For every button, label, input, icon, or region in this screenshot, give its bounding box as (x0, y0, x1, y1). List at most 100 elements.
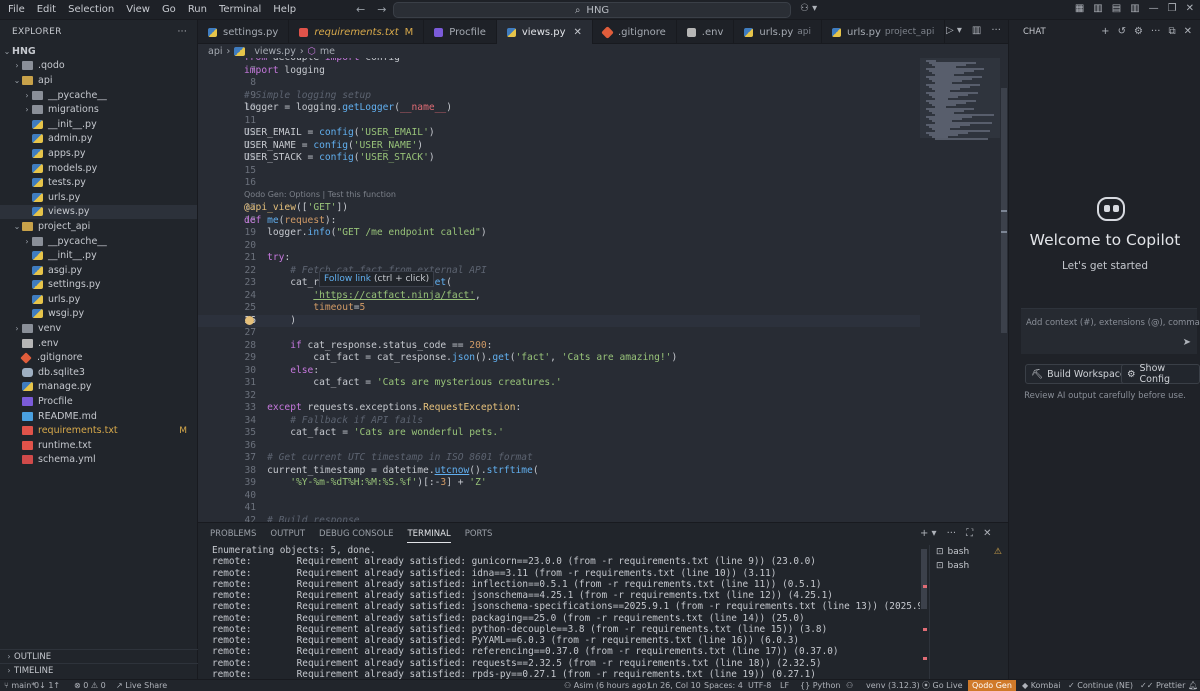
tree-item[interactable]: README.md (0, 409, 197, 424)
tree-item[interactable]: settings.py (0, 278, 197, 293)
close-panel-icon[interactable]: ✕ (983, 528, 991, 539)
copilot-icon[interactable]: ⚇ ▾ (800, 3, 817, 14)
more-actions-icon[interactable]: ··· (947, 528, 957, 539)
new-chat-icon[interactable]: + (1101, 26, 1109, 37)
more-actions-icon[interactable]: ··· (1151, 26, 1161, 37)
editor-tab[interactable]: urls.py api (734, 20, 823, 44)
tree-item[interactable]: db.sqlite3 (0, 365, 197, 380)
menu-go[interactable]: Go (156, 4, 182, 15)
continue-status[interactable]: ✓ Continue (NE) (1068, 680, 1133, 691)
terminal-scrollbar[interactable] (920, 545, 928, 680)
git-blame-status[interactable]: ⚇ Asim (6 hours ago) (564, 680, 650, 691)
timeline-section[interactable]: › TIMELINE (0, 663, 198, 677)
menu-selection[interactable]: Selection (62, 4, 120, 15)
copilot-status-icon[interactable]: ⚇ (846, 680, 853, 691)
tree-item[interactable]: urls.py (0, 292, 197, 307)
live-share-status[interactable]: ↗ Live Share (116, 680, 167, 691)
tree-item[interactable]: schema.yml (0, 453, 197, 468)
qodo-gen-status[interactable]: Qodo Gen (968, 680, 1016, 691)
chat-input[interactable]: Add context (#), extensions (@), command… (1021, 308, 1200, 354)
history-icon[interactable]: ↺ (1118, 26, 1126, 37)
editor-scrollbar[interactable] (1000, 58, 1008, 522)
tree-item[interactable]: › migrations (0, 102, 197, 117)
more-actions-icon[interactable]: ··· (991, 25, 1001, 36)
branch-status[interactable]: ⑂ main* (4, 680, 35, 691)
editor-tab[interactable]: requirements.txt M (289, 20, 425, 44)
maximize-icon[interactable]: ⧉ (1168, 26, 1175, 37)
tree-item[interactable]: ⌄ api (0, 73, 197, 88)
python-env-status[interactable]: venv (3.12.3) (866, 680, 920, 691)
more-actions-icon[interactable]: ··· (178, 27, 187, 37)
menu-terminal[interactable]: Terminal (213, 4, 267, 15)
lightbulb-icon[interactable] (245, 315, 254, 325)
editor-tab[interactable]: .env (677, 20, 735, 44)
kombai-status[interactable]: ◆ Kombai (1022, 680, 1060, 691)
terminal-instance[interactable]: ⊡ bash ⚠ (930, 545, 1008, 559)
problems-status[interactable]: ⊗ 0 ⚠ 0 (74, 680, 106, 691)
terminal-output[interactable]: Enumerating objects: 5, done. remote: Req… (198, 545, 920, 680)
breadcrumb-folder[interactable]: api (208, 46, 223, 57)
back-arrow-icon[interactable]: ← (356, 3, 365, 16)
tree-item[interactable]: ⌄ project_api (0, 219, 197, 234)
tree-item[interactable]: manage.py (0, 380, 197, 395)
menu-file[interactable]: File (2, 4, 31, 15)
tree-item[interactable]: .env (0, 336, 197, 351)
gear-icon[interactable]: ⚙ (1134, 26, 1143, 37)
terminal-scroll-thumb[interactable] (921, 549, 927, 609)
outline-section[interactable]: › OUTLINE (0, 649, 198, 663)
notifications-icon[interactable]: 🔔︎ (1188, 680, 1198, 691)
workspace-root[interactable]: ⌄ HNG (0, 44, 197, 59)
tree-item[interactable]: __init__.py (0, 117, 197, 132)
split-editor-icon[interactable]: ▥ (972, 25, 981, 36)
panel-tab-terminal[interactable]: TERMINAL (407, 529, 451, 543)
cursor-position[interactable]: Ln 26, Col 10 (648, 680, 701, 691)
menu-run[interactable]: Run (182, 4, 213, 15)
editor-tab[interactable]: views.py ✕ (496, 20, 593, 44)
breadcrumb-file[interactable]: views.py (254, 46, 296, 57)
code-editor[interactable]: from decouple import config 7import loggi… (198, 58, 920, 522)
show-config-button[interactable]: ⚙ Show Config (1121, 363, 1200, 385)
tree-item[interactable]: urls.py (0, 190, 197, 205)
menu-help[interactable]: Help (267, 4, 302, 15)
send-icon[interactable]: ➤ (1183, 337, 1191, 348)
toggle-panel-icon[interactable]: ▤ (1112, 3, 1121, 14)
command-center-search[interactable]: ⌕ HNG (393, 2, 791, 18)
eol-status[interactable]: LF (780, 680, 789, 691)
panel-tab-problems[interactable]: PROBLEMS (210, 529, 256, 539)
menu-view[interactable]: View (120, 4, 156, 15)
editor-tab[interactable]: settings.py (198, 20, 290, 44)
toggle-sidebar-icon[interactable]: ▥ (1093, 3, 1102, 14)
tree-item[interactable]: views.py (0, 204, 197, 220)
customize-layout-icon[interactable]: ▦ (1075, 3, 1084, 14)
maximize-panel-icon[interactable]: ⛶ (966, 528, 973, 539)
breadcrumb-symbol[interactable]: me (320, 46, 335, 57)
qodo-codelens[interactable]: Qodo Gen: Options | Test this function (244, 190, 396, 199)
close-window-icon[interactable]: ✕ (1186, 3, 1194, 14)
indentation-status[interactable]: Spaces: 4 (704, 680, 743, 691)
editor-tab[interactable]: urls.py project_api (822, 20, 946, 44)
restore-icon[interactable]: ❐ (1168, 3, 1177, 14)
tree-item[interactable]: wsgi.py (0, 307, 197, 322)
tree-item[interactable]: runtime.txt (0, 438, 197, 453)
prettier-status[interactable]: ✓✓ Prettier (1140, 680, 1185, 691)
tree-item[interactable]: apps.py (0, 146, 197, 161)
tree-item[interactable]: tests.py (0, 175, 197, 190)
menu-edit[interactable]: Edit (31, 4, 62, 15)
panel-tab-debug-console[interactable]: DEBUG CONSOLE (319, 529, 393, 539)
tree-item[interactable]: Procfile (0, 394, 197, 409)
sync-status[interactable]: 0↓ 1↑ (34, 680, 60, 691)
go-live-status[interactable]: ⦿ Go Live (922, 680, 963, 691)
build-workspace-button[interactable]: ⛏ Build Workspace (1025, 364, 1132, 384)
close-tab-icon[interactable]: ✕ (574, 27, 582, 38)
close-icon[interactable]: ✕ (1184, 26, 1192, 37)
encoding-status[interactable]: UTF-8 (748, 680, 771, 691)
panel-tab-ports[interactable]: PORTS (465, 529, 493, 539)
tree-item[interactable]: .gitignore (0, 350, 197, 365)
minimize-icon[interactable]: — (1149, 3, 1159, 14)
run-icon[interactable]: ▷ ▾ (946, 25, 962, 36)
language-status[interactable]: {} Python (800, 680, 840, 691)
tree-item[interactable]: requirements.txt M (0, 423, 197, 438)
follow-link[interactable]: Follow link (324, 274, 371, 284)
tree-item[interactable]: › __pycache__ (0, 234, 197, 249)
tree-item[interactable]: › .qodo (0, 59, 197, 74)
